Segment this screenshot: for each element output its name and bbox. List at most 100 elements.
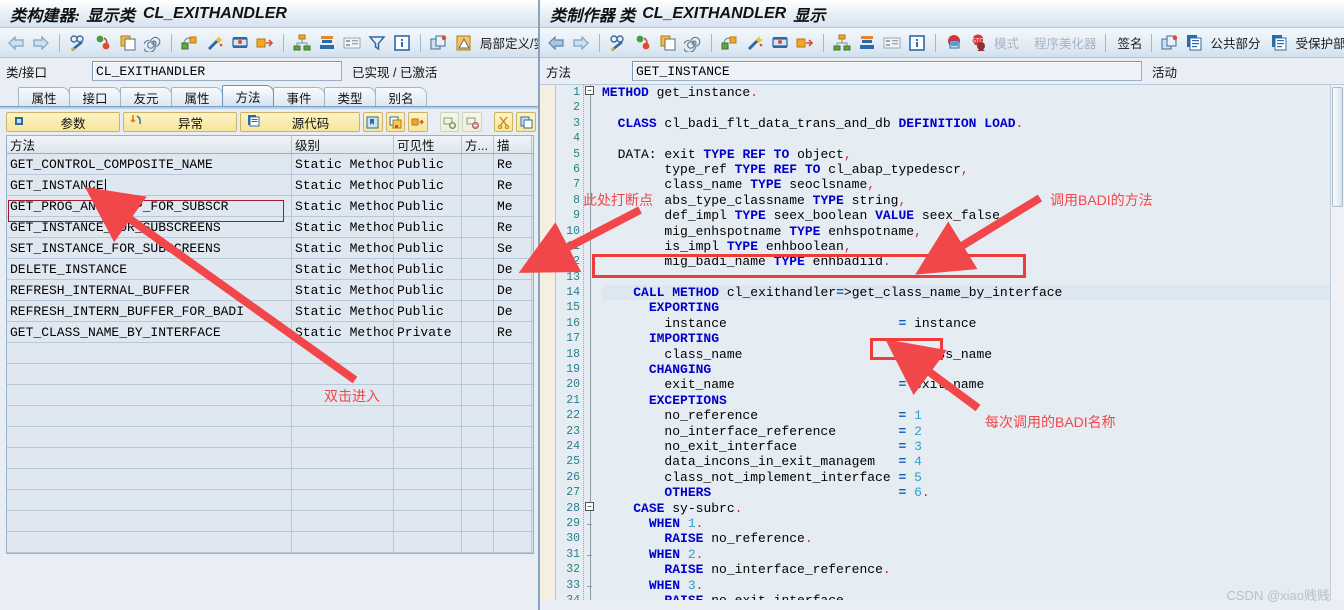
delete-row-icon[interactable] xyxy=(462,112,482,132)
cell-method-short[interactable] xyxy=(462,364,494,384)
cell-visibility[interactable]: Public xyxy=(394,280,462,300)
local-definition-button[interactable]: 局部定义/实施 xyxy=(452,31,538,55)
cell-level[interactable]: Static Method xyxy=(292,154,394,174)
code-line[interactable]: is_impl TYPE enhboolean, xyxy=(602,239,1344,254)
table-row[interactable]: GET_PROG_AND_DYNP_FOR_SUBSCR Static Metho… xyxy=(7,196,533,217)
cell-method-short[interactable] xyxy=(462,301,494,321)
cell-level[interactable]: Static Method xyxy=(292,175,394,195)
cell-level[interactable]: Static Method xyxy=(292,238,394,258)
info-icon[interactable] xyxy=(905,31,929,55)
cell-level[interactable] xyxy=(292,343,394,363)
info-icon[interactable] xyxy=(390,31,414,55)
code-line[interactable]: IMPORTING xyxy=(602,331,1344,346)
code-line[interactable]: def_impl TYPE seex_boolean VALUE seex_fa… xyxy=(602,208,1344,223)
tab-friends[interactable]: 友元 xyxy=(120,87,172,106)
cell-visibility[interactable]: Public xyxy=(394,238,462,258)
cell-description[interactable] xyxy=(494,511,532,531)
cell-method[interactable] xyxy=(7,364,292,384)
mode-label[interactable]: 模式 xyxy=(992,31,1021,55)
cell-level[interactable]: Static Method xyxy=(292,259,394,279)
cell-level[interactable] xyxy=(292,364,394,384)
code-line[interactable]: data_incons_in_exit_managem = 4 xyxy=(602,454,1344,469)
code-line[interactable] xyxy=(602,100,1344,115)
tab-events[interactable]: 事件 xyxy=(273,87,325,106)
cell-method[interactable]: GET_INSTANCE xyxy=(7,175,292,195)
forward-arrow-icon[interactable] xyxy=(569,31,593,55)
forward-arrow-icon[interactable] xyxy=(29,31,53,55)
cell-method[interactable] xyxy=(7,406,292,426)
cell-method[interactable] xyxy=(7,448,292,468)
cell-description[interactable] xyxy=(494,448,532,468)
table-row[interactable] xyxy=(7,469,533,490)
cell-method-short[interactable] xyxy=(462,427,494,447)
cell-description[interactable] xyxy=(494,427,532,447)
cell-description[interactable] xyxy=(494,406,532,426)
code-line[interactable]: type_ref TYPE REF TO cl_abap_typedescr, xyxy=(602,162,1344,177)
table-row[interactable] xyxy=(7,385,533,406)
cell-description[interactable] xyxy=(494,385,532,405)
cell-description[interactable]: Re xyxy=(494,175,532,195)
code-line[interactable]: no_exit_interface = 3 xyxy=(602,439,1344,454)
code-line[interactable]: instance = instance xyxy=(602,316,1344,331)
hierarchy-icon[interactable] xyxy=(290,31,314,55)
back-arrow-icon[interactable] xyxy=(544,31,568,55)
cell-method-short[interactable] xyxy=(462,469,494,489)
code-text[interactable]: METHOD get_instance. CLASS cl_badi_flt_d… xyxy=(598,85,1344,600)
enhance-icon[interactable] xyxy=(1158,31,1182,55)
printer-icon[interactable] xyxy=(228,31,252,55)
code-line[interactable]: WHEN 2. xyxy=(602,547,1344,562)
code-line[interactable]: RAISE no_reference. xyxy=(602,531,1344,546)
wand-icon[interactable] xyxy=(203,31,227,55)
cell-method-short[interactable] xyxy=(462,196,494,216)
copy-icon[interactable] xyxy=(656,31,680,55)
copy-rows-icon[interactable] xyxy=(385,112,406,132)
cell-description[interactable]: Se xyxy=(494,238,532,258)
code-line[interactable]: EXCEPTIONS xyxy=(602,393,1344,408)
printer-icon[interactable] xyxy=(768,31,792,55)
navigate-icon[interactable] xyxy=(793,31,817,55)
cell-level[interactable]: Static Method xyxy=(292,301,394,321)
cell-method-short[interactable] xyxy=(462,217,494,237)
code-line[interactable]: RAISE no_interface_reference. xyxy=(602,562,1344,577)
breakpoint-icon[interactable] xyxy=(540,248,555,265)
object-icon[interactable] xyxy=(178,31,202,55)
cell-method[interactable] xyxy=(7,343,292,363)
code-line[interactable]: METHOD get_instance. xyxy=(602,85,1344,100)
cell-method[interactable]: REFRESH_INTERNAL_BUFFER xyxy=(7,280,292,300)
cell-method[interactable]: SET_INSTANCE_FOR_SUBSCREENS xyxy=(7,238,292,258)
cell-method[interactable] xyxy=(7,427,292,447)
cell-method-short[interactable] xyxy=(462,406,494,426)
col-method[interactable]: 方法 xyxy=(7,136,292,153)
cell-visibility[interactable] xyxy=(394,490,462,510)
refresh-icon[interactable] xyxy=(91,31,115,55)
cell-level[interactable]: Static Method xyxy=(292,196,394,216)
cell-level[interactable]: Static Method xyxy=(292,322,394,342)
table-row[interactable]: GET_INSTANCE Static Method Public Re xyxy=(7,175,533,196)
back-arrow-icon[interactable] xyxy=(4,31,28,55)
tab-types[interactable]: 类型 xyxy=(324,87,376,106)
cell-description[interactable]: De xyxy=(494,280,532,300)
editor-vertical-scrollbar[interactable] xyxy=(1330,85,1344,600)
table-row[interactable] xyxy=(7,448,533,469)
cell-level[interactable]: Static Method xyxy=(292,280,394,300)
cell-visibility[interactable]: Public xyxy=(394,259,462,279)
cell-description[interactable] xyxy=(494,490,532,510)
stop-user-icon[interactable]: STO xyxy=(967,31,991,55)
cell-description[interactable]: Re xyxy=(494,322,532,342)
exceptions-button[interactable]: 异常 xyxy=(123,112,237,132)
spiral-icon[interactable] xyxy=(681,31,705,55)
cell-visibility[interactable]: Public xyxy=(394,301,462,321)
cell-visibility[interactable] xyxy=(394,511,462,531)
wand-icon[interactable] xyxy=(743,31,767,55)
table-row[interactable] xyxy=(7,364,533,385)
code-line[interactable]: OTHERS = 6. xyxy=(602,485,1344,500)
code-line[interactable]: CLASS cl_badi_flt_data_trans_and_db DEFI… xyxy=(602,116,1344,131)
code-line[interactable]: no_reference = 1 xyxy=(602,408,1344,423)
cell-method-short[interactable] xyxy=(462,343,494,363)
code-line[interactable]: no_interface_reference = 2 xyxy=(602,424,1344,439)
code-line[interactable]: exit_name = exit_name xyxy=(602,377,1344,392)
table-row[interactable]: GET_CLASS_NAME_BY_INTERFACE Static Method… xyxy=(7,322,533,343)
code-editor[interactable]: 1 2 3 4 5 6 7 8 9 10 11 12 13 14 15 16 17 18 19 20 21 22 23 24 2… xyxy=(540,84,1344,600)
cell-method-short[interactable] xyxy=(462,259,494,279)
cell-visibility[interactable] xyxy=(394,364,462,384)
